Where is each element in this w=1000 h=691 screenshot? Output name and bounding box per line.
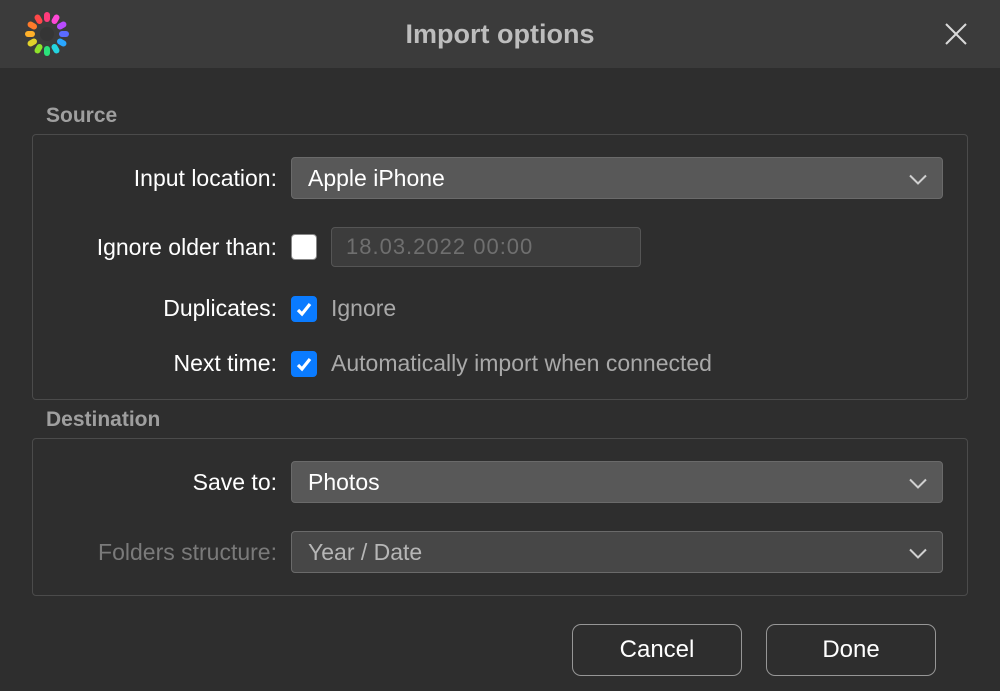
app-logo-icon [24,11,70,57]
chevron-down-icon [908,165,928,192]
save-to-value: Photos [308,469,380,496]
ignore-older-date-input[interactable]: 18.03.2022 00:00 [331,227,641,267]
cancel-button-label: Cancel [620,636,695,664]
input-location-value: Apple iPhone [308,165,445,192]
ignore-older-checkbox[interactable] [291,234,317,260]
titlebar: Import options [0,0,1000,72]
save-to-label: Save to: [33,469,291,496]
close-button[interactable] [938,16,974,52]
done-button-label: Done [822,636,879,664]
window-title: Import options [406,19,595,50]
duplicates-label: Duplicates: [33,295,291,322]
source-group: Input location: Apple iPhone Ignore olde… [32,134,968,400]
destination-legend: Destination [32,408,968,438]
next-time-checkbox[interactable] [291,351,317,377]
cancel-button[interactable]: Cancel [572,624,742,676]
folders-structure-label: Folders structure: [33,539,291,566]
input-location-dropdown[interactable]: Apple iPhone [291,157,943,199]
folders-structure-value: Year / Date [308,539,422,566]
ignore-older-label: Ignore older than: [33,234,291,261]
input-location-label: Input location: [33,165,291,192]
chevron-down-icon [908,539,928,566]
duplicates-checkbox[interactable] [291,296,317,322]
done-button[interactable]: Done [766,624,936,676]
next-time-text: Automatically import when connected [331,350,712,377]
close-icon [943,21,969,47]
save-to-dropdown[interactable]: Photos [291,461,943,503]
destination-group: Save to: Photos Folders structure: Year … [32,438,968,596]
ignore-older-placeholder: 18.03.2022 00:00 [346,234,533,260]
check-icon [295,300,313,318]
check-icon [295,355,313,373]
duplicates-text: Ignore [331,295,396,322]
folders-structure-dropdown[interactable]: Year / Date [291,531,943,573]
next-time-label: Next time: [33,350,291,377]
source-legend: Source [32,104,968,134]
chevron-down-icon [908,469,928,496]
